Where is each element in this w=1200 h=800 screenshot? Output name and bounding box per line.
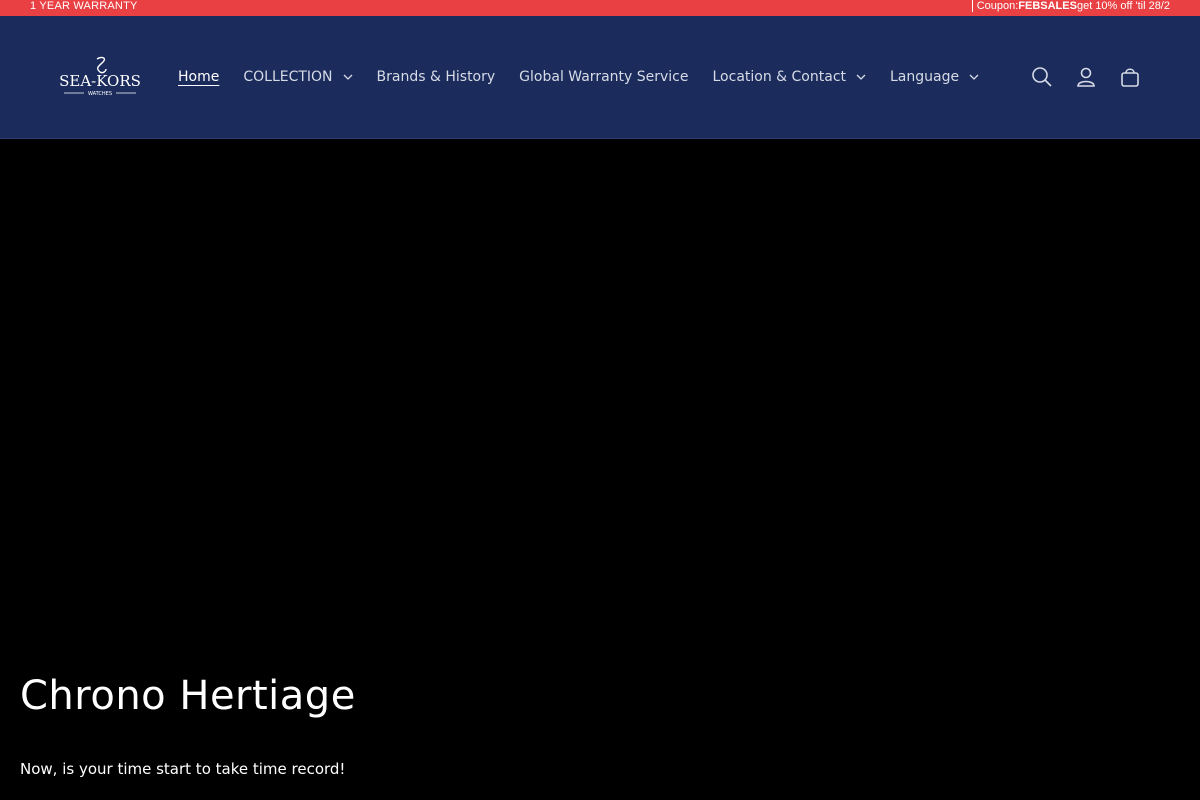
chevron-down-icon <box>343 74 353 80</box>
nav-collection[interactable]: COLLECTION <box>243 69 353 85</box>
nav-home-label: Home <box>178 69 220 85</box>
nav-language-label: Language <box>890 69 960 85</box>
announcement-bar: 1 YEAR WARRANTY Coupon: FEBSALES get 10%… <box>0 0 1200 16</box>
coupon-suffix: get 10% off 'til 28/2 <box>1076 0 1170 12</box>
nav-global-warranty[interactable]: Global Warranty Service <box>519 69 688 85</box>
logo-tagline-text: WATCHES <box>88 91 112 97</box>
nav-location-contact-label: Location & Contact <box>712 69 847 85</box>
hero-title: Chrono Hertiage <box>20 673 356 719</box>
warranty-text: 1 YEAR WARRANTY <box>30 0 138 12</box>
main-nav: Home COLLECTION Brands & History Global … <box>178 16 1003 138</box>
header-icons <box>1020 61 1152 93</box>
chevron-down-icon <box>969 74 979 80</box>
cart-icon[interactable] <box>1108 61 1152 93</box>
nav-collection-label: COLLECTION <box>243 69 333 85</box>
site-header: SEA-KORS WATCHES Home COLLECTION Brands … <box>0 16 1200 139</box>
brand-logo[interactable]: SEA-KORS WATCHES <box>50 54 150 102</box>
logo-brand-text: SEA-KORS <box>59 72 141 90</box>
nav-brands-history-label: Brands & History <box>376 69 496 85</box>
hero-banner: Chrono Hertiage Now, is your time start … <box>0 139 1200 800</box>
announcement-divider <box>971 0 973 12</box>
account-icon[interactable] <box>1064 61 1108 93</box>
hero-subtitle: Now, is your time start to take time rec… <box>20 760 346 778</box>
coupon-prefix: Coupon: <box>976 0 1019 12</box>
chevron-down-icon <box>856 74 866 80</box>
coupon-code: FEBSALES <box>1018 0 1077 12</box>
nav-language[interactable]: Language <box>890 69 979 85</box>
search-icon[interactable] <box>1020 61 1064 93</box>
nav-location-contact[interactable]: Location & Contact <box>713 69 867 85</box>
nav-home[interactable]: Home <box>178 69 219 85</box>
coupon-message: Coupon: FEBSALES get 10% off 'til 28/2 <box>971 0 1170 12</box>
nav-global-warranty-label: Global Warranty Service <box>519 69 689 85</box>
nav-brands-history[interactable]: Brands & History <box>377 69 496 85</box>
